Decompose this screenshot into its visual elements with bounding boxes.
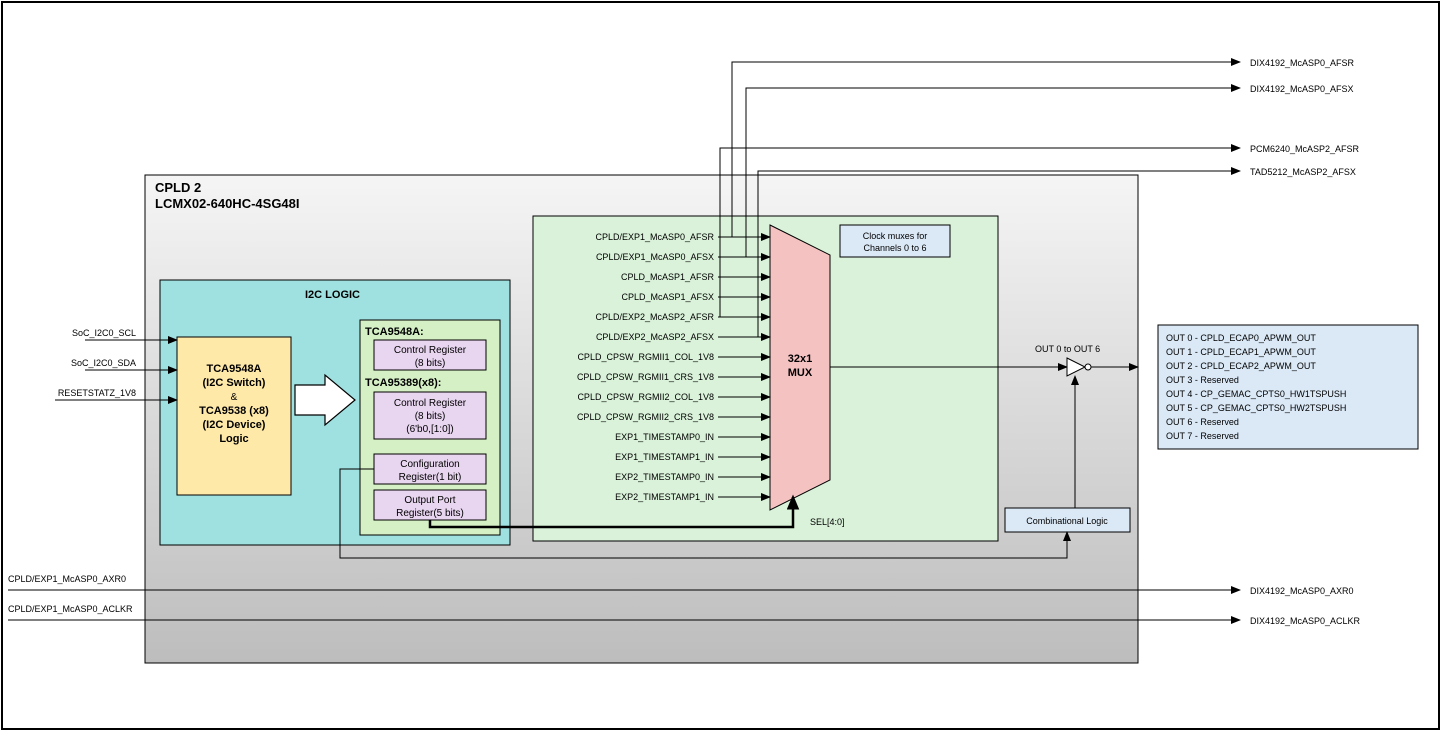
- i2c-device-l1: TCA9548A: [206, 363, 261, 375]
- i2c-device-l5: (I2C Device): [203, 419, 266, 431]
- right-out-3: TAD5212_McASP2_AFSX: [1250, 167, 1356, 177]
- out-row-6: OUT 6 - Reserved: [1166, 417, 1239, 427]
- right-out-0: DIX4192_McASP0_AFSR: [1250, 58, 1355, 68]
- left-in-3: CPLD/EXP1_McASP0_AXR0: [8, 574, 126, 584]
- out-row-4: OUT 4 - CP_GEMAC_CPTS0_HW1TSPUSH: [1166, 389, 1346, 399]
- reg-9548-ctrl-l1: Control Register: [394, 345, 467, 356]
- mux-input-9: CPLD_CPSW_RGMII2_CRS_1V8: [577, 412, 714, 422]
- left-in-4: CPLD/EXP1_McASP0_ACLKR: [8, 604, 133, 614]
- mux-input-2: CPLD_McASP1_AFSR: [621, 272, 715, 282]
- mux-title-1: 32x1: [788, 353, 812, 365]
- right-out-aclkr: DIX4192_McASP0_ACLKR: [1250, 616, 1361, 626]
- out-row-1: OUT 1 - CPLD_ECAP1_APWM_OUT: [1166, 347, 1316, 357]
- mux-input-6: CPLD_CPSW_RGMII1_COL_1V8: [577, 352, 714, 362]
- regs-9538-title: TCA95389(x8):: [365, 377, 441, 389]
- sel-label: SEL[4:0]: [810, 517, 845, 527]
- mux-input-11: EXP1_TIMESTAMP1_IN: [615, 452, 714, 462]
- i2c-device-l6: Logic: [219, 433, 248, 445]
- mux-input-4: CPLD/EXP2_McASP2_AFSR: [595, 312, 714, 322]
- i2c-device-l2: (I2C Switch): [203, 377, 266, 389]
- mux-input-8: CPLD_CPSW_RGMII2_COL_1V8: [577, 392, 714, 402]
- mux-input-7: CPLD_CPSW_RGMII1_CRS_1V8: [577, 372, 714, 382]
- mux-input-3: CPLD_McASP1_AFSX: [621, 292, 714, 302]
- out-row-5: OUT 5 - CP_GEMAC_CPTS0_HW2TSPUSH: [1166, 403, 1346, 413]
- right-out-2: PCM6240_McASP2_AFSR: [1250, 144, 1360, 154]
- clock-muxes-note-l1: Clock muxes for: [863, 231, 928, 241]
- mux-input-1: CPLD/EXP1_McASP0_AFSX: [596, 252, 714, 262]
- out-row-2: OUT 2 - CPLD_ECAP2_APWM_OUT: [1166, 361, 1316, 371]
- i2c-device-l4: TCA9538 (x8): [199, 405, 269, 417]
- clock-muxes-note-l2: Channels 0 to 6: [863, 243, 926, 253]
- cpld-title-1: CPLD 2: [155, 180, 201, 195]
- right-out-1: DIX4192_McASP0_AFSX: [1250, 84, 1354, 94]
- tristate-bubble-icon: [1085, 364, 1091, 370]
- reg-9548-ctrl-l2: (8 bits): [415, 358, 446, 369]
- i2c-device-l3: &: [231, 392, 238, 403]
- i2c-logic-title: I2C LOGIC: [305, 289, 360, 301]
- right-out-axr0: DIX4192_McASP0_AXR0: [1250, 586, 1354, 596]
- out-row-3: OUT 3 - Reserved: [1166, 375, 1239, 385]
- reg-9538-ctrl-l3: (6'b0,[1:0]): [406, 424, 454, 435]
- mux-input-0: CPLD/EXP1_McASP0_AFSR: [595, 232, 714, 242]
- left-in-0: SoC_I2C0_SCL: [72, 328, 136, 338]
- mux-title-2: MUX: [788, 367, 813, 379]
- mux-input-5: CPLD/EXP2_McASP2_AFSX: [596, 332, 714, 342]
- reg-9538-cfg-l2: Register(1 bit): [399, 472, 462, 483]
- left-in-1: SoC_I2C0_SDA: [71, 358, 136, 368]
- mux-input-13: EXP2_TIMESTAMP1_IN: [615, 492, 714, 502]
- regs-9548-title: TCA9548A:: [365, 326, 424, 338]
- reg-9538-cfg-l1: Configuration: [400, 459, 459, 470]
- reg-9538-ctrl-l1: Control Register: [394, 398, 467, 409]
- out-row-0: OUT 0 - CPLD_ECAP0_APWM_OUT: [1166, 333, 1316, 343]
- mux-input-10: EXP1_TIMESTAMP0_IN: [615, 432, 714, 442]
- combinational-logic-label: Combinational Logic: [1026, 516, 1108, 526]
- out-row-7: OUT 7 - Reserved: [1166, 431, 1239, 441]
- mux-input-12: EXP2_TIMESTAMP0_IN: [615, 472, 714, 482]
- cpld-title-2: LCMX02-640HC-4SG48I: [155, 196, 300, 211]
- reg-9538-ctrl-l2: (8 bits): [415, 411, 446, 422]
- reg-9538-out-l2: Register(5 bits): [396, 508, 464, 519]
- mux-out-label: OUT 0 to OUT 6: [1035, 344, 1100, 354]
- left-in-2: RESETSTATZ_1V8: [58, 388, 136, 398]
- reg-9538-out-l1: Output Port: [404, 495, 455, 506]
